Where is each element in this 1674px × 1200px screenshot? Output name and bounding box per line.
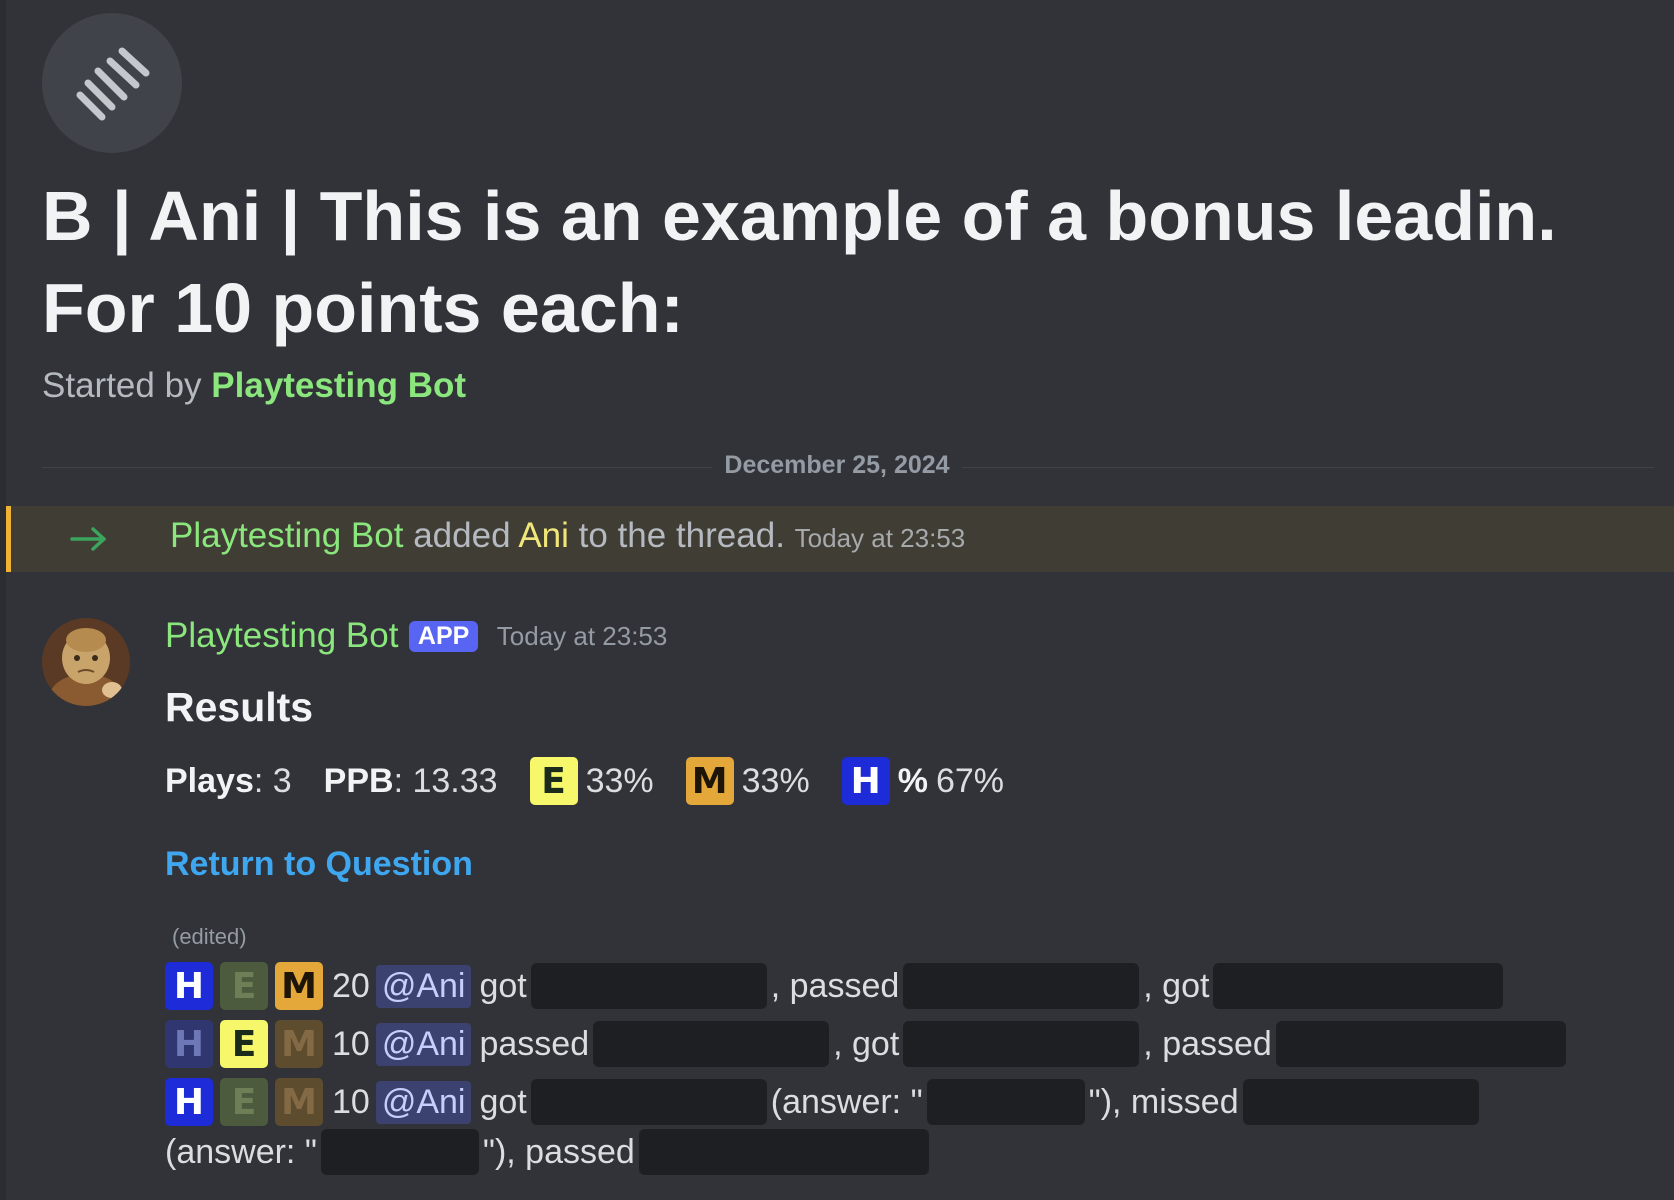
hard-prefix: % [897, 761, 928, 800]
spoiler[interactable] [530, 963, 767, 1009]
spoiler[interactable] [903, 1021, 1140, 1067]
spoiler[interactable] [593, 1021, 830, 1067]
medium-percent: 33% [741, 761, 810, 800]
easy-emoji-icon: E [529, 757, 578, 805]
system-verb: added [413, 516, 511, 555]
edited-marker: (edited) [172, 924, 247, 949]
spoiler[interactable] [926, 1079, 1085, 1125]
system-message: Playtesting Bot added Ani to the thread.… [6, 506, 1674, 572]
points-value: 10 [332, 1024, 370, 1063]
log-line: H E M 10 @Ani got (answer: " "), missed [165, 1076, 1483, 1128]
log-word: "), passed [482, 1132, 635, 1171]
arrow-right-icon [70, 527, 106, 551]
system-actor[interactable]: Playtesting Bot [170, 516, 403, 555]
user-mention[interactable]: @Ani [375, 964, 472, 1008]
log-word: , got [1143, 966, 1210, 1005]
ppb-value: : 13.33 [393, 761, 498, 800]
author-name[interactable]: Playtesting Bot [165, 616, 398, 655]
log-line: H E M 10 @Ani passed , got , passed [165, 1018, 1570, 1070]
log-word: got [479, 966, 527, 1005]
results-heading: Results [165, 684, 314, 730]
message-timestamp[interactable]: Today at 23:53 [497, 621, 668, 651]
hard-emoji-icon: H [165, 1078, 213, 1126]
date-divider-label: December 25, 2024 [712, 451, 962, 479]
system-rest: to the thread. [578, 516, 785, 555]
started-by-label: Started by [42, 366, 202, 405]
ppb-stat: PPB: 13.33 [324, 762, 498, 801]
date-divider: December 25, 2024 [0, 451, 1674, 480]
medium-emoji-icon: M [275, 1020, 323, 1068]
log-line-continuation: (answer: " "), passed [165, 1126, 933, 1178]
log-word: , got [833, 1024, 900, 1063]
started-by: Started by Playtesting Bot [42, 366, 466, 406]
ppb-label: PPB [323, 761, 394, 800]
spoiler[interactable] [903, 963, 1140, 1009]
thread-hash-icon [76, 47, 150, 121]
system-timestamp: Today at 23:53 [794, 523, 966, 553]
log-word: "), missed [1088, 1082, 1239, 1121]
spoiler[interactable] [530, 1079, 767, 1125]
points-value: 20 [332, 966, 370, 1005]
hard-emoji-icon: H [165, 1020, 213, 1068]
log-line: H E M 20 @Ani got , passed , got [165, 960, 1507, 1012]
avatar-image [42, 618, 130, 706]
system-text: Playtesting Bot added Ani to the thread.… [170, 516, 965, 556]
log-word: (answer: " [770, 1082, 923, 1121]
points-value: 10 [332, 1082, 370, 1121]
easy-emoji-icon: E [220, 1020, 268, 1068]
easy-emoji-icon: E [220, 962, 268, 1010]
spoiler[interactable] [1275, 1021, 1566, 1067]
spoiler[interactable] [1242, 1079, 1479, 1125]
easy-percent: 33% [585, 761, 654, 800]
user-mention[interactable]: @Ani [375, 1022, 472, 1066]
medium-emoji-icon: M [685, 757, 734, 805]
started-by-user[interactable]: Playtesting Bot [211, 366, 466, 405]
log-word: , passed [1143, 1024, 1272, 1063]
spoiler[interactable] [320, 1129, 479, 1175]
plays-value: : 3 [253, 761, 292, 800]
plays-stat: Plays: 3 [165, 762, 292, 801]
medium-emoji-icon: M [275, 1078, 323, 1126]
message-header: Playtesting Bot APP Today at 23:53 [165, 616, 667, 656]
spoiler[interactable] [638, 1129, 929, 1175]
hard-percent: 67% [935, 761, 1004, 800]
thread-title: B | Ani | This is an example of a bonus … [42, 177, 1557, 347]
avatar[interactable] [42, 618, 130, 706]
user-mention[interactable]: @Ani [375, 1080, 472, 1124]
app-badge: APP [408, 620, 479, 652]
spoiler[interactable] [1213, 963, 1504, 1009]
log-word: got [479, 1082, 527, 1121]
stats-line: Plays: 3 PPB: 13.33 E 33% M 33% H % 67% [165, 756, 1036, 806]
thread-icon [42, 13, 182, 153]
easy-emoji-icon: E [220, 1078, 268, 1126]
return-to-question-link[interactable]: Return to Question [165, 845, 473, 884]
medium-emoji-icon: M [275, 962, 323, 1010]
medium-stat: M 33% [685, 757, 810, 805]
log-word: (answer: " [165, 1132, 317, 1171]
system-target[interactable]: Ani [518, 516, 569, 555]
log-word: passed [479, 1024, 590, 1063]
hard-stat: H % 67% [841, 757, 1004, 805]
hard-emoji-icon: H [165, 962, 213, 1010]
hard-emoji-icon: H [841, 757, 890, 805]
easy-stat: E 33% [529, 757, 654, 805]
left-edge [0, 0, 6, 1200]
log-word: , passed [770, 966, 900, 1005]
plays-label: Plays [165, 761, 254, 800]
